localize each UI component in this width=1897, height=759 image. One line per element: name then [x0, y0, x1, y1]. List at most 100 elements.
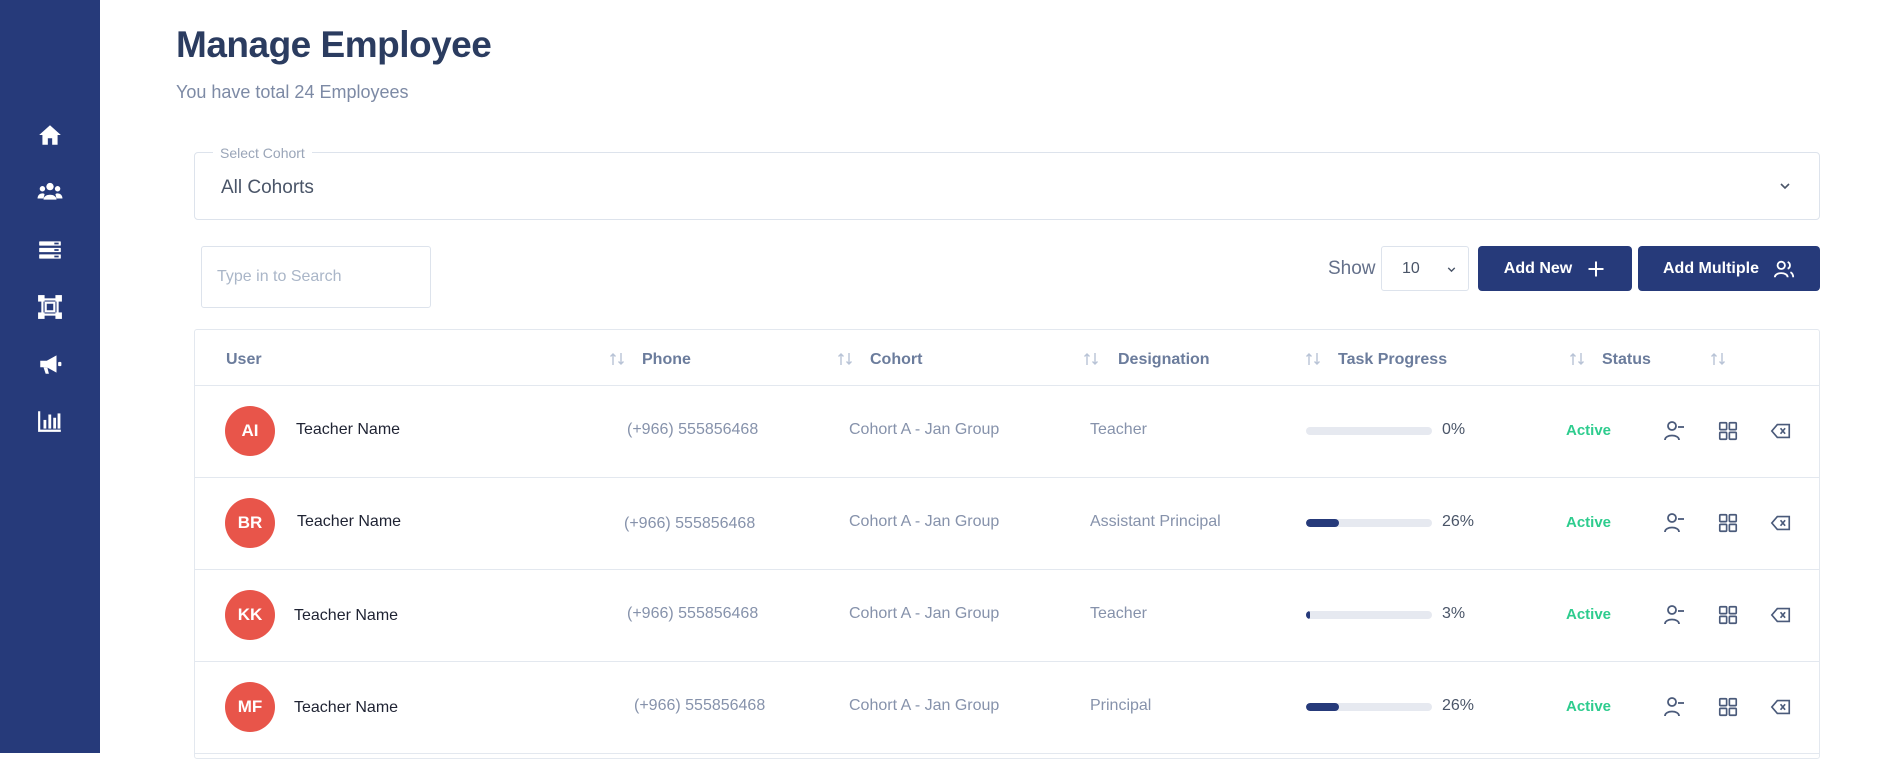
- chevron-down-icon: [1780, 183, 1790, 190]
- add-new-label: Add New: [1503, 259, 1573, 277]
- main-content: Manage Employee You have total 24 Employ…: [100, 0, 1897, 759]
- sidebar-item-announcements[interactable]: [28, 342, 72, 386]
- table-row: AI Teacher Name (+966) 555856468 Cohort …: [195, 385, 1819, 478]
- delete-icon: [1770, 423, 1791, 439]
- task-progress-percent: 3%: [1442, 605, 1466, 622]
- add-multiple-label: Add Multiple: [1663, 259, 1759, 277]
- phone: (+966) 555856468: [634, 697, 766, 714]
- column-header-cohort[interactable]: Cohort: [870, 351, 922, 369]
- sidebar-item-frame[interactable]: [28, 285, 72, 329]
- cohort: Cohort A - Jan Group: [849, 421, 1000, 438]
- user-minus-icon: [1664, 421, 1684, 441]
- task-progress-percent: 26%: [1442, 697, 1475, 714]
- designation: Teacher: [1090, 605, 1147, 622]
- cohort: Cohort A - Jan Group: [849, 605, 1000, 622]
- grid-icon: [1718, 697, 1738, 717]
- frame-icon: [38, 295, 62, 319]
- user-minus-button[interactable]: [1660, 693, 1688, 721]
- user-minus-button[interactable]: [1660, 509, 1688, 537]
- user-name: Teacher Name: [296, 421, 401, 438]
- delete-button[interactable]: [1767, 693, 1795, 721]
- view-grid-button[interactable]: [1714, 509, 1742, 537]
- column-header-phone[interactable]: Phone: [642, 351, 691, 369]
- view-grid-button[interactable]: [1714, 417, 1742, 445]
- view-grid-button[interactable]: [1714, 601, 1742, 629]
- sidebar-item-layers[interactable]: [28, 228, 72, 272]
- task-progress-bar: [1306, 703, 1432, 711]
- add-multiple-button[interactable]: Add Multiple: [1638, 246, 1820, 291]
- task-progress-bar: [1306, 427, 1432, 435]
- avatar: BR: [225, 498, 275, 548]
- view-grid-button[interactable]: [1714, 693, 1742, 721]
- table-row: BR Teacher Name (+966) 555856468 Cohort …: [195, 477, 1819, 570]
- plus-icon: [1588, 261, 1604, 276]
- task-progress-fill: [1306, 519, 1339, 527]
- status-badge: Active: [1566, 422, 1612, 439]
- sidebar: [0, 0, 100, 753]
- show-label: Show: [1328, 258, 1376, 279]
- users-icon: [37, 182, 63, 200]
- user-minus-icon: [1664, 513, 1684, 533]
- status-badge: Active: [1566, 606, 1612, 623]
- task-progress-fill: [1306, 611, 1310, 619]
- sidebar-item-users[interactable]: [28, 170, 72, 214]
- user-minus-icon: [1664, 605, 1684, 625]
- user-name: Teacher Name: [294, 607, 399, 624]
- cohort-select[interactable]: Select Cohort All Cohorts: [194, 145, 1820, 220]
- avatar: AI: [225, 406, 275, 456]
- sort-icon[interactable]: [609, 352, 625, 366]
- delete-icon: [1770, 515, 1791, 531]
- layers-icon: [39, 241, 61, 259]
- designation: Teacher: [1090, 421, 1147, 438]
- cohort: Cohort A - Jan Group: [849, 697, 1000, 714]
- status-badge: Active: [1566, 514, 1612, 531]
- user-minus-button[interactable]: [1660, 601, 1688, 629]
- column-header-task-progress[interactable]: Task Progress: [1338, 351, 1447, 369]
- delete-button[interactable]: [1767, 509, 1795, 537]
- sort-icon[interactable]: [1569, 352, 1585, 366]
- avatar: MF: [225, 682, 275, 732]
- page-size-value: 10: [1402, 260, 1420, 277]
- table-row: MF Teacher Name (+966) 555856468 Cohort …: [195, 661, 1819, 754]
- home-icon: [39, 125, 61, 145]
- table-header: User Phone Cohort Designation Task Progr…: [195, 330, 1819, 386]
- column-header-user[interactable]: User: [226, 351, 262, 369]
- add-new-button[interactable]: Add New: [1478, 246, 1632, 291]
- page-size-select[interactable]: 10: [1381, 246, 1469, 291]
- designation: Assistant Principal: [1090, 513, 1221, 530]
- task-progress-percent: 26%: [1442, 513, 1475, 530]
- sort-icon[interactable]: [1305, 352, 1321, 366]
- delete-button[interactable]: [1767, 417, 1795, 445]
- delete-button[interactable]: [1767, 601, 1795, 629]
- delete-icon: [1770, 699, 1791, 715]
- avatar: KK: [225, 590, 275, 640]
- user-name: Teacher Name: [297, 513, 402, 530]
- search-input[interactable]: [201, 246, 431, 308]
- phone: (+966) 555856468: [627, 605, 759, 622]
- column-header-designation[interactable]: Designation: [1118, 351, 1210, 369]
- cohort: Cohort A - Jan Group: [849, 513, 1000, 530]
- user-minus-button[interactable]: [1660, 417, 1688, 445]
- task-progress-percent: 0%: [1442, 421, 1466, 438]
- grid-icon: [1718, 421, 1738, 441]
- column-header-status[interactable]: Status: [1602, 351, 1651, 369]
- sidebar-item-home[interactable]: [28, 113, 72, 157]
- user-minus-icon: [1664, 697, 1684, 717]
- sort-icon[interactable]: [837, 352, 853, 366]
- sort-icon[interactable]: [1083, 352, 1099, 366]
- users-add-icon: [1773, 260, 1795, 278]
- designation: Principal: [1090, 697, 1152, 714]
- cohort-select-value: All Cohorts: [221, 177, 314, 198]
- megaphone-icon: [40, 355, 62, 374]
- sidebar-item-reports[interactable]: [28, 399, 72, 443]
- sort-icon[interactable]: [1710, 352, 1726, 366]
- phone: (+966) 555856468: [624, 515, 756, 532]
- employee-table: User Phone Cohort Designation Task Progr…: [194, 329, 1820, 759]
- delete-icon: [1770, 607, 1791, 623]
- user-name: Teacher Name: [294, 699, 399, 716]
- grid-icon: [1718, 513, 1738, 533]
- employee-count-subtitle: You have total 24 Employees: [176, 82, 409, 102]
- task-progress-fill: [1306, 703, 1339, 711]
- cohort-select-label: Select Cohort: [213, 145, 312, 161]
- bar-chart-icon: [38, 411, 61, 432]
